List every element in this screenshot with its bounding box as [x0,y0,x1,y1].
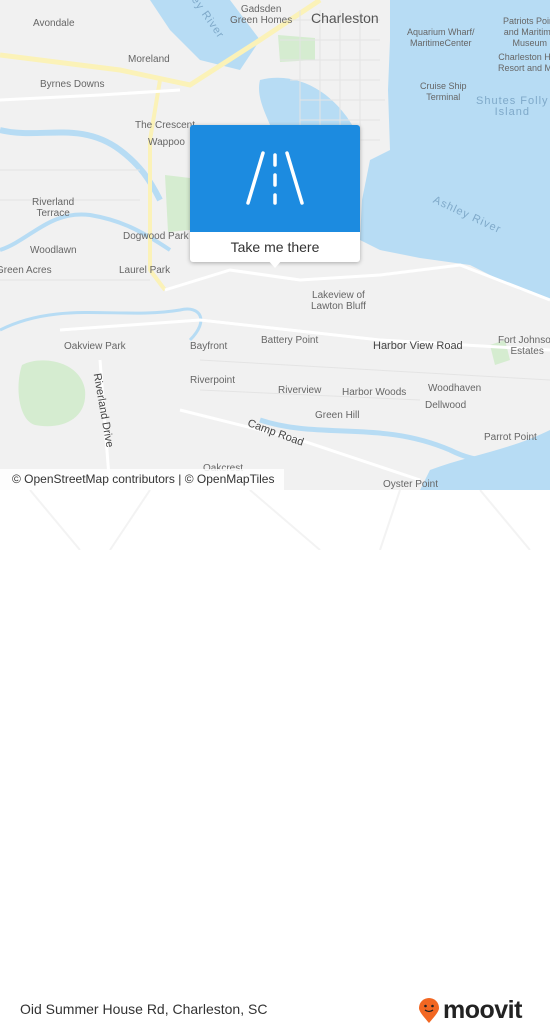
map-label: Patriots Point and Maritime Museum [503,16,550,48]
map-attribution[interactable]: © OpenStreetMap contributors | © OpenMap… [0,469,285,490]
map[interactable]: Avondale Moreland Byrnes Downs Gadsden G… [0,0,550,490]
map-label: Cruise Ship Terminal [420,81,467,102]
map-label: Riverland Terrace [32,197,75,219]
map-label: Charleston [311,10,379,26]
popup-header [190,125,360,232]
map-label: Fort Johnson Estates [498,335,550,357]
map-label: Oakview Park [64,341,126,352]
take-me-there-button[interactable]: Take me there [190,232,360,262]
map-label: Avondale [33,18,75,29]
map-label: Laurel Park [119,265,171,276]
park [165,175,190,232]
map-label: Green Hill [315,410,360,421]
moovit-logo: moovit [418,996,522,1025]
map-label: Shutes Folly Island [476,95,549,118]
road [0,88,181,102]
popup-pointer [267,259,283,268]
map-label: Woodhaven [428,383,482,394]
map-label: Gadsden Green Homes [230,4,293,26]
map-label: Aquarium Wharf/ MaritimeCenter [407,27,475,48]
map-label: Riverview [278,385,322,396]
map-label: Parrot Point [484,432,537,443]
map-label: Wappoo [148,137,185,148]
moovit-wordmark: moovit [443,996,522,1024]
map-label: Dogwood Park [123,231,189,242]
park [278,35,315,62]
map-label: Riverpoint [190,375,236,386]
map-label: Charleston Harbor Resort and Marina [498,52,550,73]
park [18,360,86,427]
map-label: Woodlawn [30,245,77,256]
map-label: Harbor View Road [373,340,463,352]
map-label: Dellwood [425,400,467,411]
moovit-pin-icon [419,997,439,1023]
road-icon [246,151,304,205]
footer: Oid Summer House Rd, Charleston, SC moov… [0,490,550,1024]
destination-address: Oid Summer House Rd, Charleston, SC [20,1001,268,1017]
map-label: Byrnes Downs [40,79,105,90]
map-label: Green Acres [0,265,52,276]
creek [0,307,203,342]
map-label: Battery Point [261,335,319,346]
map-label: Moreland [128,54,170,65]
map-label: Lakeview of Lawton Bluff [311,290,366,312]
map-label: Oyster Point [383,479,439,490]
footer-pattern [29,490,531,550]
map-label: The Crescent [135,120,196,131]
destination-popup: Take me there [190,125,360,268]
map-label: Bayfront [190,341,228,352]
creek [0,127,163,202]
map-label: Harbor Woods [342,387,407,398]
